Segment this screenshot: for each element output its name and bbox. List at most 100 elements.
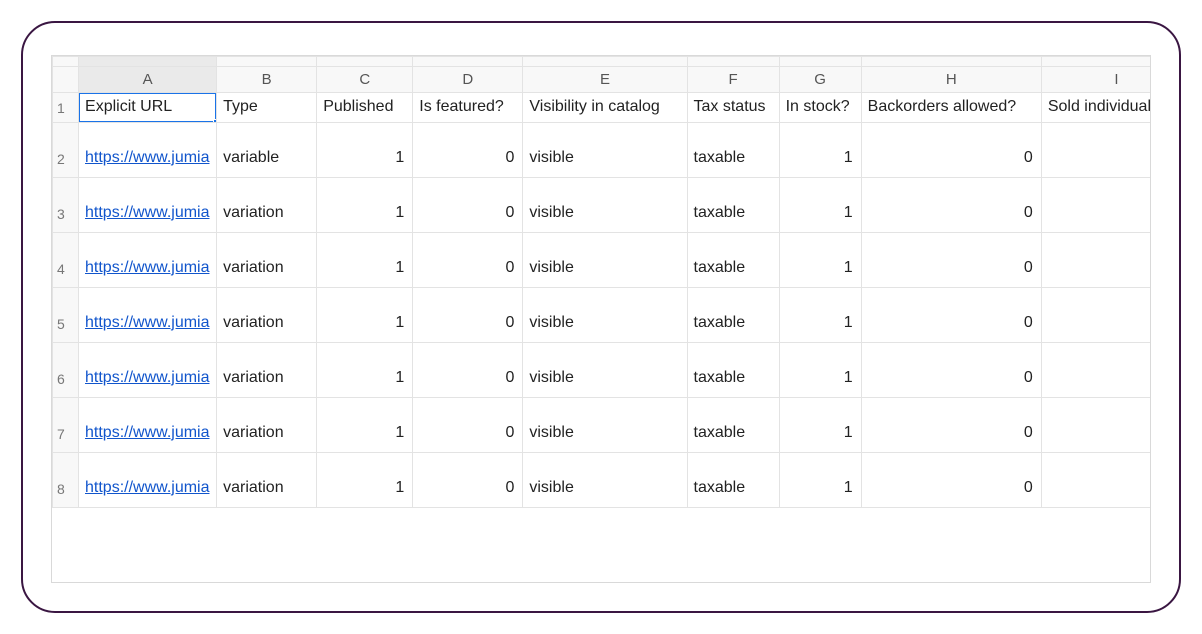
cell-B[interactable]: variation xyxy=(217,453,317,508)
table-row[interactable]: 8 https://www.jumia variation 1 0 visibl… xyxy=(53,453,1152,508)
cell-I[interactable]: 0 xyxy=(1041,233,1151,288)
cell-I[interactable]: 0 xyxy=(1041,178,1151,233)
table-row[interactable]: 3 https://www.jumia variation 1 0 visibl… xyxy=(53,178,1152,233)
url-link[interactable]: https://www.jumia xyxy=(85,259,209,276)
cell-B[interactable]: variation xyxy=(217,398,317,453)
cell-B[interactable]: variation xyxy=(217,178,317,233)
cell-F[interactable]: taxable xyxy=(687,288,779,343)
cell-B[interactable]: variation xyxy=(217,343,317,398)
col-header-F[interactable]: F xyxy=(687,67,779,93)
cell-A[interactable]: https://www.jumia xyxy=(79,453,217,508)
cell-D[interactable]: 0 xyxy=(413,343,523,398)
cell-C[interactable]: 1 xyxy=(317,343,413,398)
table-row[interactable]: 1 Explicit URL Type Published Is feature… xyxy=(53,93,1152,123)
cell-E[interactable]: visible xyxy=(523,233,687,288)
cell-F[interactable]: taxable xyxy=(687,398,779,453)
spreadsheet[interactable]: A B C D E F G H I 1 Explicit URL xyxy=(51,55,1151,583)
table-row[interactable]: 5 https://www.jumia variation 1 0 visibl… xyxy=(53,288,1152,343)
url-link[interactable]: https://www.jumia xyxy=(85,149,209,166)
cell-I1[interactable]: Sold individually? xyxy=(1041,93,1151,123)
cell-G[interactable]: 1 xyxy=(779,398,861,453)
cell-H[interactable]: 0 xyxy=(861,398,1041,453)
cell-B[interactable]: variation xyxy=(217,288,317,343)
cell-G[interactable]: 1 xyxy=(779,123,861,178)
cell-H1[interactable]: Backorders allowed? xyxy=(861,93,1041,123)
col-header-B[interactable]: B xyxy=(217,67,317,93)
row-header[interactable]: 7 xyxy=(53,398,79,453)
col-header-H[interactable]: H xyxy=(861,67,1041,93)
col-header-I[interactable]: I xyxy=(1041,67,1151,93)
corner-cell[interactable] xyxy=(53,57,79,67)
col-header-D[interactable]: D xyxy=(413,67,523,93)
cell-I[interactable]: 0 xyxy=(1041,453,1151,508)
col-thin-G[interactable] xyxy=(779,57,861,67)
cell-F1[interactable]: Tax status xyxy=(687,93,779,123)
cell-D[interactable]: 0 xyxy=(413,178,523,233)
cell-C[interactable]: 1 xyxy=(317,288,413,343)
cell-F[interactable]: taxable xyxy=(687,123,779,178)
cell-D[interactable]: 0 xyxy=(413,453,523,508)
url-link[interactable]: https://www.jumia xyxy=(85,369,209,386)
cell-F[interactable]: taxable xyxy=(687,343,779,398)
row-header-1[interactable]: 1 xyxy=(53,93,79,123)
row-header[interactable]: 4 xyxy=(53,233,79,288)
row-header[interactable]: 5 xyxy=(53,288,79,343)
table-row[interactable]: 2 https://www.jumia variable 1 0 visible… xyxy=(53,123,1152,178)
cell-H[interactable]: 0 xyxy=(861,343,1041,398)
cell-E[interactable]: visible xyxy=(523,343,687,398)
cell-B1[interactable]: Type xyxy=(217,93,317,123)
cell-C1[interactable]: Published xyxy=(317,93,413,123)
cell-A[interactable]: https://www.jumia xyxy=(79,233,217,288)
cell-D[interactable]: 0 xyxy=(413,288,523,343)
col-header-C[interactable]: C xyxy=(317,67,413,93)
cell-H[interactable]: 0 xyxy=(861,233,1041,288)
col-thin-F[interactable] xyxy=(687,57,779,67)
cell-G[interactable]: 1 xyxy=(779,288,861,343)
cell-F[interactable]: taxable xyxy=(687,233,779,288)
col-thin-C[interactable] xyxy=(317,57,413,67)
cell-F[interactable]: taxable xyxy=(687,178,779,233)
cell-C[interactable]: 1 xyxy=(317,453,413,508)
url-link[interactable]: https://www.jumia xyxy=(85,424,209,441)
cell-E[interactable]: visible xyxy=(523,398,687,453)
url-link[interactable]: https://www.jumia xyxy=(85,314,209,331)
cell-A1[interactable]: Explicit URL xyxy=(79,93,217,123)
cell-F[interactable]: taxable xyxy=(687,453,779,508)
table-row[interactable]: 7 https://www.jumia variation 1 0 visibl… xyxy=(53,398,1152,453)
cell-H[interactable]: 0 xyxy=(861,123,1041,178)
col-thin-A[interactable] xyxy=(79,57,217,67)
cell-D[interactable]: 0 xyxy=(413,398,523,453)
cell-H[interactable]: 0 xyxy=(861,178,1041,233)
col-thin-D[interactable] xyxy=(413,57,523,67)
cell-G[interactable]: 1 xyxy=(779,178,861,233)
col-thin-H[interactable] xyxy=(861,57,1041,67)
cell-E[interactable]: visible xyxy=(523,453,687,508)
cell-E[interactable]: visible xyxy=(523,123,687,178)
cell-C[interactable]: 1 xyxy=(317,123,413,178)
cell-G[interactable]: 1 xyxy=(779,453,861,508)
cell-H[interactable]: 0 xyxy=(861,288,1041,343)
row-header[interactable]: 8 xyxy=(53,453,79,508)
cell-A[interactable]: https://www.jumia xyxy=(79,288,217,343)
row-header[interactable]: 3 xyxy=(53,178,79,233)
row-header[interactable]: 6 xyxy=(53,343,79,398)
cell-A[interactable]: https://www.jumia xyxy=(79,398,217,453)
url-link[interactable]: https://www.jumia xyxy=(85,479,209,496)
cell-I[interactable]: 0 xyxy=(1041,398,1151,453)
col-header-E[interactable]: E xyxy=(523,67,687,93)
cell-B[interactable]: variation xyxy=(217,233,317,288)
cell-A[interactable]: https://www.jumia xyxy=(79,178,217,233)
cell-A[interactable]: https://www.jumia xyxy=(79,343,217,398)
cell-I[interactable]: 0 xyxy=(1041,288,1151,343)
cell-I[interactable]: 0 xyxy=(1041,343,1151,398)
col-header-G[interactable]: G xyxy=(779,67,861,93)
cell-B[interactable]: variable xyxy=(217,123,317,178)
row-header[interactable]: 2 xyxy=(53,123,79,178)
cell-D[interactable]: 0 xyxy=(413,233,523,288)
cell-C[interactable]: 1 xyxy=(317,178,413,233)
cell-C[interactable]: 1 xyxy=(317,233,413,288)
table-row[interactable]: 6 https://www.jumia variation 1 0 visibl… xyxy=(53,343,1152,398)
cell-D[interactable]: 0 xyxy=(413,123,523,178)
cell-G[interactable]: 1 xyxy=(779,343,861,398)
cell-D1[interactable]: Is featured? xyxy=(413,93,523,123)
